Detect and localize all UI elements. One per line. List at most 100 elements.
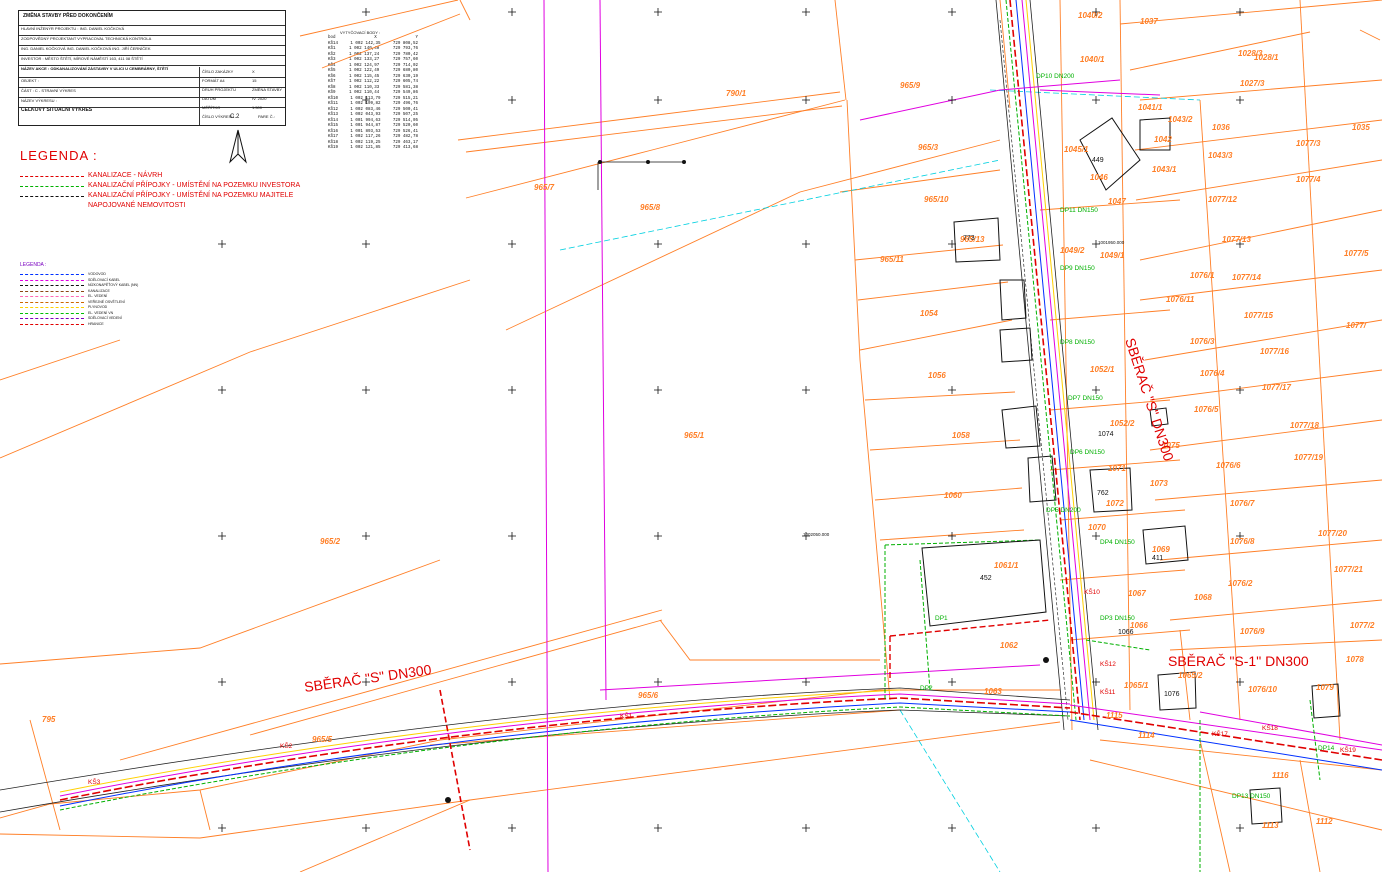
shaft-label: KŠ2 bbox=[280, 741, 293, 750]
parcel-label: 1077/2 bbox=[1350, 621, 1375, 630]
grid-cross bbox=[508, 8, 516, 16]
parcel-label: 1077/17 bbox=[1262, 383, 1291, 392]
grid-cross bbox=[654, 678, 662, 686]
site-boundary bbox=[889, 619, 1051, 682]
parcel-label: 1069 bbox=[1152, 545, 1170, 554]
grid-cross bbox=[948, 8, 956, 16]
parcel-label: 1077/5 bbox=[1344, 249, 1369, 258]
parcel-label: 1114 bbox=[1138, 731, 1155, 740]
building-number: 1066 bbox=[1118, 629, 1134, 636]
building-number: 762 bbox=[1097, 490, 1109, 497]
parcel-label: 1077/20 bbox=[1318, 529, 1347, 538]
building-number: 452 bbox=[980, 575, 992, 582]
parcel-label: 1076/8 bbox=[1230, 537, 1255, 546]
parcel-label: 1077/16 bbox=[1260, 347, 1289, 356]
parcel-label: 965/9 bbox=[900, 81, 921, 90]
grid-coordinate: 1002050.000 bbox=[803, 532, 830, 537]
grid-cross bbox=[362, 532, 370, 540]
building-number: 449 bbox=[1092, 157, 1104, 164]
shaft-label: KŠ18 bbox=[1262, 723, 1278, 732]
grid-cross bbox=[362, 96, 370, 104]
parcel-label: 1040/2 bbox=[1078, 11, 1103, 20]
shaft-label: KŠ12 bbox=[1100, 659, 1116, 668]
parcel-label: 1062 bbox=[1000, 641, 1018, 650]
branch-label: DP3 DN150 bbox=[1100, 615, 1135, 622]
grid-cross bbox=[508, 240, 516, 248]
grid-cross bbox=[508, 386, 516, 394]
parcel-label: 1049/1 bbox=[1100, 251, 1125, 260]
parcel-label: 1078 bbox=[1346, 655, 1364, 664]
building-number: 1074 bbox=[1098, 431, 1114, 438]
parcel-label: 1077/18 bbox=[1290, 421, 1319, 430]
grid-cross bbox=[948, 96, 956, 104]
parcel-label: 965/3 bbox=[918, 143, 939, 152]
branch-label: DP10 DN200 bbox=[1036, 73, 1075, 80]
parcel-label: 1060 bbox=[944, 491, 962, 500]
parcel-label: 1077/21 bbox=[1334, 565, 1363, 574]
branch-label: DP6 DN150 bbox=[1070, 449, 1105, 456]
grid-cross bbox=[654, 8, 662, 16]
grid-cross bbox=[948, 386, 956, 394]
parcel-label: 1076/6 bbox=[1216, 461, 1241, 470]
parcel-label: 965/1 bbox=[684, 431, 705, 440]
grid-cross bbox=[654, 240, 662, 248]
branch-label: DP1 bbox=[935, 615, 948, 622]
parcel-label: 1076/9 bbox=[1240, 627, 1265, 636]
parcel-label: 1037 bbox=[1140, 17, 1158, 26]
parcel-label: 965/8 bbox=[640, 203, 661, 212]
site-plan-map: 1040/210371040/11028/31028/11027/31041/1… bbox=[0, 0, 1382, 872]
parcel-label: 1056 bbox=[928, 371, 946, 380]
building-labels: 773 452 449 411 762 1076 1074 1066 bbox=[963, 157, 1180, 698]
shaft-labels: KŠ3 KŠ2 KŠ1 KŠ11 KŠ17 KŠ18 KŠ19 KŠ10 KŠ12 bbox=[88, 587, 1356, 786]
grid-cross bbox=[362, 386, 370, 394]
grid-cross bbox=[508, 532, 516, 540]
grid-cross bbox=[362, 240, 370, 248]
parcel-label: 1043/1 bbox=[1152, 165, 1177, 174]
building-number: 1076 bbox=[1164, 691, 1180, 698]
grid-cross bbox=[1092, 824, 1100, 832]
parcel-label: 1079 bbox=[1316, 683, 1334, 692]
parcel-label: 1040/1 bbox=[1080, 55, 1105, 64]
parcel-label: 965/11 bbox=[880, 255, 904, 264]
branch-label: DP9 DN150 bbox=[1060, 265, 1095, 272]
branch-label: DP7 DN150 bbox=[1068, 395, 1103, 402]
parcel-label: 1054 bbox=[920, 309, 938, 318]
sewer-s1-label: SBĚRAČ "S-1" DN300 bbox=[1168, 653, 1309, 669]
shaft-label: KŠ1 bbox=[620, 711, 633, 720]
parcel-label: 1028/1 bbox=[1254, 53, 1279, 62]
grid-cross bbox=[1236, 96, 1244, 104]
sewer-vertical-label: SBĚRAČ "S" DN300 bbox=[1122, 336, 1177, 463]
parcel-label: 1076/7 bbox=[1230, 499, 1255, 508]
branch-label: DP11 DN150 bbox=[1060, 207, 1098, 214]
grid-cross bbox=[1092, 96, 1100, 104]
parcel-label: 1058 bbox=[952, 431, 970, 440]
shaft-label: KŠ19 bbox=[1340, 745, 1356, 754]
grid-cross bbox=[802, 240, 810, 248]
grid-cross bbox=[654, 386, 662, 394]
grid-cross bbox=[218, 824, 226, 832]
grid-cross bbox=[1236, 386, 1244, 394]
branch-label: DP8 DN150 bbox=[1060, 339, 1095, 346]
parcel-label: 1067 bbox=[1128, 589, 1146, 598]
parcel-label: 1065/1 bbox=[1124, 681, 1149, 690]
shaft-label: KŠ3 bbox=[88, 777, 101, 786]
parcel-label: 1049/2 bbox=[1060, 246, 1085, 255]
branch-label: DP4 DN150 bbox=[1100, 539, 1135, 546]
parcel-label: 1077/13 bbox=[1222, 235, 1251, 244]
parcel-label: 1077/12 bbox=[1208, 195, 1237, 204]
parcel-label: 1112 bbox=[1316, 817, 1333, 826]
parcel-label: 1063 bbox=[984, 687, 1002, 696]
parcel-label: 1076/1 bbox=[1190, 271, 1215, 280]
grid-cross bbox=[218, 386, 226, 394]
parcel-label: 1036 bbox=[1212, 123, 1230, 132]
grid-cross bbox=[654, 532, 662, 540]
parcel-label: 965/10 bbox=[924, 195, 949, 204]
grid-cross bbox=[802, 96, 810, 104]
parcel-label: 1076/5 bbox=[1194, 405, 1219, 414]
parcel-label: 1077/14 bbox=[1232, 273, 1261, 282]
parcel-label: 1113 bbox=[1262, 821, 1279, 830]
parcel-label: 1068 bbox=[1194, 593, 1212, 602]
parcel-label: 1041/1 bbox=[1138, 103, 1163, 112]
parcel-label: 1061/1 bbox=[994, 561, 1019, 570]
parcel-label: 1047 bbox=[1108, 197, 1126, 206]
